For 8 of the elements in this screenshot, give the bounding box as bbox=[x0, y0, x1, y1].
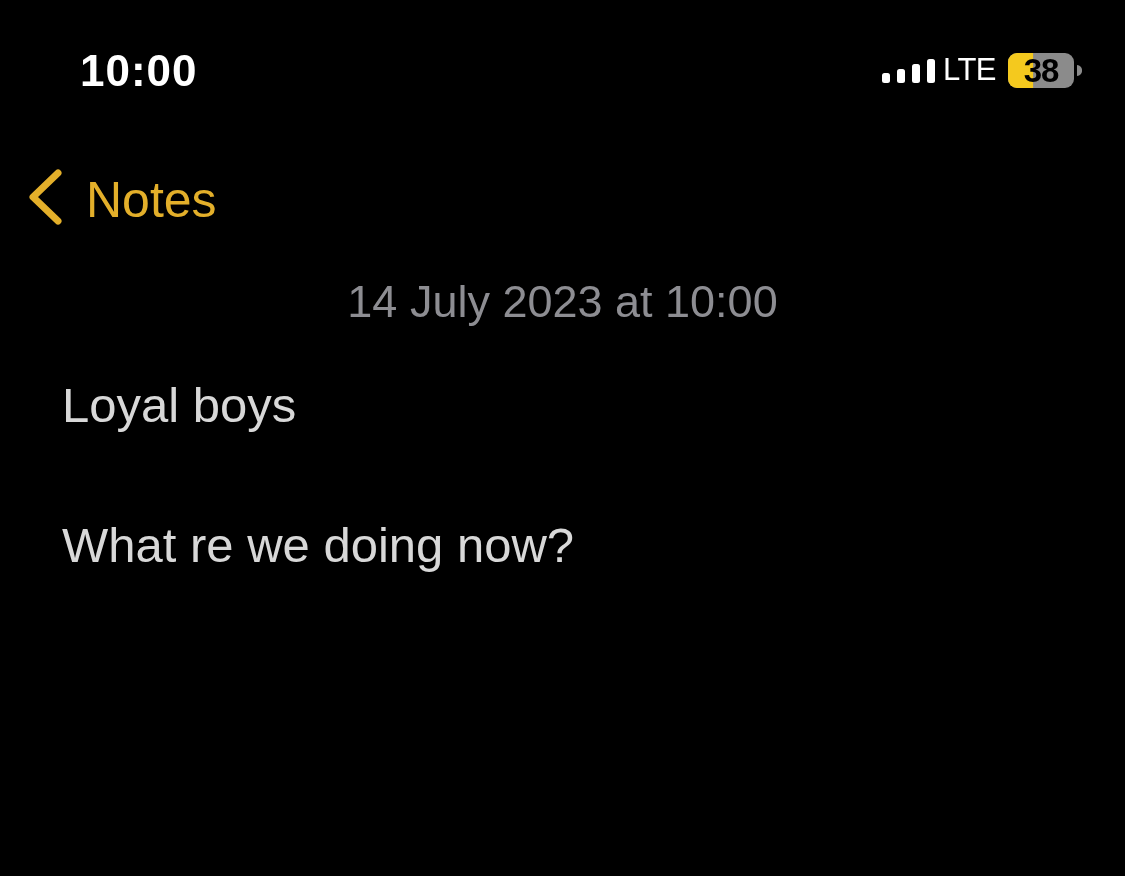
note-text: Loyal boys bbox=[62, 377, 297, 434]
status-time: 10:00 bbox=[80, 45, 198, 96]
note-text: What re we doing now? bbox=[62, 517, 575, 574]
signal-icon bbox=[881, 59, 935, 83]
note-date: 14 July 2023 at 10:00 bbox=[347, 275, 778, 329]
back-button[interactable]: Notes bbox=[26, 170, 217, 230]
network-type-label: LTE bbox=[942, 52, 996, 88]
chevron-left-icon bbox=[26, 167, 64, 227]
